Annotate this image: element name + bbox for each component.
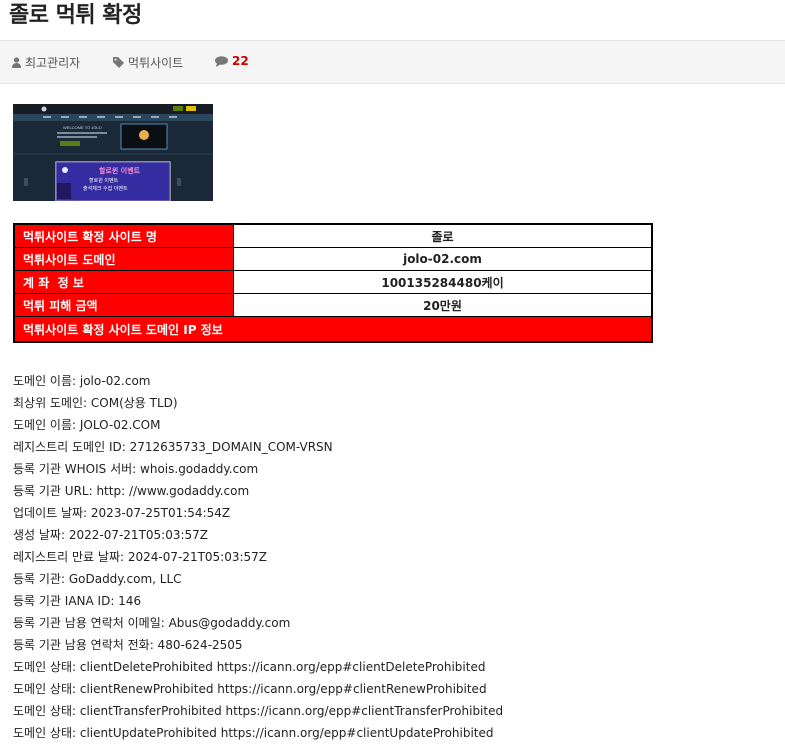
- row-label: 먹튀사이트 도메인: [13, 247, 234, 271]
- user-icon: [12, 57, 21, 68]
- thumbnail-welcome-text: WELCOME TO JOLO: [63, 125, 102, 130]
- whois-line: 레지스트리 도메인 ID: 2712635733_DOMAIN_COM-VRSN: [13, 440, 333, 454]
- row-value: 20만원: [233, 293, 653, 317]
- author-name: 최고관리자: [25, 56, 81, 70]
- whois-line: 등록 기관 IANA ID: 146: [13, 594, 142, 608]
- row-label: 먹튀사이트 확정 사이트 명: [13, 223, 234, 248]
- table-row: 먹튀사이트 도메인 jolo-02.com: [13, 247, 653, 271]
- whois-line: 도메인 상태: clientUpdateProhibited https://i…: [13, 726, 494, 740]
- thumbnail-image: WELCOME TO JOLO 할로윈 이벤트 할로윈 이벤트 출석체크 수집 …: [13, 104, 213, 201]
- row-value: 졸로: [233, 223, 653, 248]
- whois-line: 등록 기관 URL: http: //www.godaddy.com: [13, 484, 250, 498]
- whois-line: 도메인 상태: clientTransferProhibited https:/…: [13, 704, 504, 718]
- row-label: 먹튀 피해 금액: [13, 293, 234, 317]
- title-bar: 졸로 먹튀 확정: [0, 0, 785, 41]
- page-title: 졸로 먹튀 확정: [9, 3, 142, 28]
- post-meta-bar: 최고관리자 먹튀사이트 22: [0, 41, 785, 84]
- whois-line: 등록 기관 WHOIS 서버: whois.godaddy.com: [13, 462, 259, 476]
- whois-line: 도메인 상태: clientDeleteProhibited https://i…: [13, 660, 486, 674]
- whois-line: 도메인 이름: JOLO-02.COM: [13, 418, 161, 432]
- row-value: 100135284480케이: [233, 270, 653, 294]
- whois-line: 생성 날짜: 2022-07-21T05:03:57Z: [13, 528, 209, 542]
- whois-line: 등록 기관 남용 연락처 전화: 480-624-2505: [13, 638, 243, 652]
- table-footer-label: 먹튀사이트 확정 사이트 도메인 IP 정보: [13, 316, 653, 343]
- whois-info: 도메인 이름: jolo-02.com 최상위 도메인: COM(상용 TLD)…: [13, 370, 503, 744]
- comment-count: 22: [232, 54, 249, 68]
- table-row: 먹튀사이트 확정 사이트 명 졸로: [13, 223, 653, 248]
- site-screenshot-thumbnail: WELCOME TO JOLO 할로윈 이벤트 할로윈 이벤트 출석체크 수집 …: [13, 104, 213, 201]
- thumbnail-banner-line1: 할로윈 이벤트: [89, 177, 119, 184]
- thumbnail-banner-line2: 출석체크 수집 이벤트: [83, 185, 128, 192]
- whois-line: 도메인 상태: clientRenewProhibited https://ic…: [13, 682, 487, 696]
- whois-line: 등록 기관 남용 연락처 이메일: Abus@godaddy.com: [13, 616, 291, 630]
- author-link[interactable]: 최고관리자: [12, 54, 80, 71]
- whois-line: 등록 기관: GoDaddy.com, LLC: [13, 572, 182, 586]
- site-info-table: 먹튀사이트 확정 사이트 명 졸로 먹튀사이트 도메인 jolo-02.com …: [13, 223, 653, 343]
- tag-icon: [113, 57, 124, 68]
- whois-line: 도메인 이름: jolo-02.com: [13, 374, 151, 388]
- category-link[interactable]: 먹튀사이트: [113, 54, 183, 71]
- row-value: jolo-02.com: [233, 247, 653, 271]
- table-row: 계 좌 정 보 100135284480케이: [13, 270, 653, 294]
- table-row: 먹튀사이트 확정 사이트 도메인 IP 정보: [13, 316, 653, 343]
- category-name: 먹튀사이트: [128, 56, 184, 70]
- thumbnail-banner-title: 할로윈 이벤트: [99, 166, 141, 175]
- comment-icon: [215, 55, 228, 67]
- table-row: 먹튀 피해 금액 20만원: [13, 293, 653, 317]
- row-label: 계 좌 정 보: [13, 270, 234, 294]
- comments-link[interactable]: 22: [215, 54, 249, 68]
- whois-line: 최상위 도메인: COM(상용 TLD): [13, 396, 178, 410]
- whois-line: 업데이트 날짜: 2023-07-25T01:54:54Z: [13, 506, 231, 520]
- whois-line: 레지스트리 만료 날짜: 2024-07-21T05:03:57Z: [13, 550, 268, 564]
